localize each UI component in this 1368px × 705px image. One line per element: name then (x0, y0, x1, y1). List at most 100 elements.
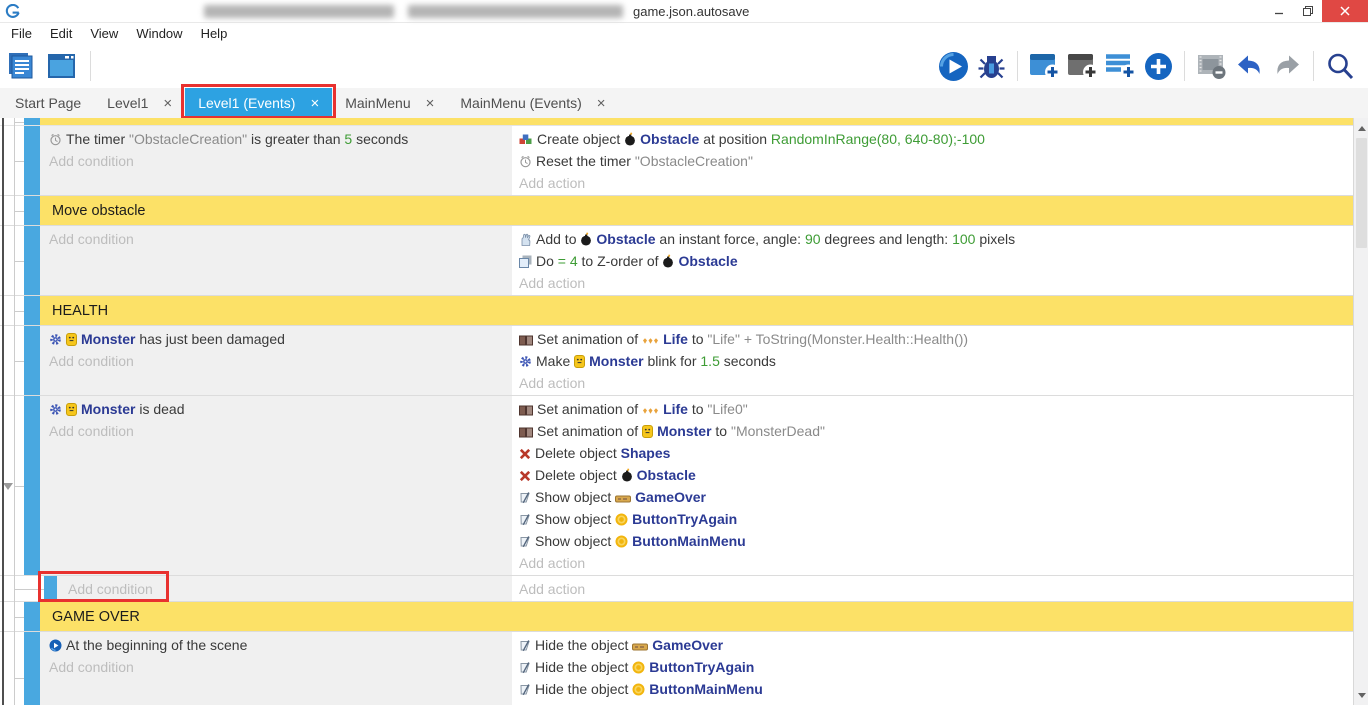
debug-icon[interactable] (975, 50, 1007, 82)
add-scene-icon[interactable] (1028, 50, 1060, 82)
tab-start-page[interactable]: Start Page (2, 88, 94, 118)
comment-row[interactable]: GAME OVER (0, 602, 1353, 632)
action-line[interactable]: Make Monster blink for 1.5 seconds (519, 350, 1345, 372)
event-selection-bar[interactable] (24, 396, 40, 575)
menu-file[interactable]: File (2, 24, 41, 43)
redo-icon[interactable] (1271, 50, 1303, 82)
conditions-cell[interactable]: Monster has just been damagedAdd conditi… (40, 326, 514, 395)
comment-row[interactable]: HEALTH (0, 296, 1353, 326)
event-row[interactable]: Add condition Add to Obstacle an instant … (0, 226, 1353, 296)
add-condition-button[interactable]: Add condition (49, 350, 504, 372)
object-name: Obstacle (678, 253, 737, 269)
actions-cell[interactable]: Add action (514, 576, 1353, 601)
add-action-button[interactable]: Add action (519, 700, 1345, 705)
event-selection-bar[interactable] (24, 296, 40, 325)
tab-close-icon[interactable]: × (597, 95, 606, 112)
add-action-button[interactable]: Add action (519, 172, 1345, 194)
button-icon (632, 680, 645, 700)
condition-line[interactable]: At the beginning of the scene (49, 634, 504, 656)
action-line[interactable]: Delete object Obstacle (519, 464, 1345, 486)
conditions-cell[interactable]: The timer "ObstacleCreation" is greater … (40, 126, 514, 195)
condition-line[interactable]: Monster is dead (49, 398, 504, 420)
action-line[interactable]: Hide the object ButtonMainMenu (519, 678, 1345, 700)
event-selection-bar[interactable] (24, 632, 40, 705)
condition-line[interactable]: The timer "ObstacleCreation" is greater … (49, 128, 504, 150)
action-line[interactable]: Create object Obstacle at position Rando… (519, 128, 1345, 150)
conditions-cell[interactable]: Add condition (40, 226, 514, 295)
action-line[interactable]: Set animation of Life to "Life" + ToStri… (519, 328, 1345, 350)
comment-row[interactable]: Move obstacle (0, 196, 1353, 226)
add-action-button[interactable]: Add action (519, 372, 1345, 394)
menu-view[interactable]: View (81, 24, 127, 43)
scrollbar-thumb[interactable] (1356, 138, 1367, 248)
action-line[interactable]: Add to Obstacle an instant force, angle:… (519, 228, 1345, 250)
event-row[interactable]: The timer "ObstacleCreation" is greater … (0, 126, 1353, 196)
start-page-icon[interactable] (6, 50, 38, 82)
action-line[interactable]: Delete object Shapes (519, 442, 1345, 464)
scroll-up-arrow[interactable] (1354, 120, 1368, 136)
action-line[interactable]: Do = 4 to Z-order of Obstacle (519, 250, 1345, 272)
action-line[interactable]: Set animation of Life to "Life0" (519, 398, 1345, 420)
conditions-cell[interactable]: Monster is deadAdd condition (40, 396, 514, 575)
conditions-cell[interactable]: Add condition (57, 576, 514, 601)
condition-line[interactable]: Monster has just been damaged (49, 328, 504, 350)
add-condition-button[interactable]: Add condition (49, 420, 504, 442)
conditions-cell[interactable]: At the beginning of the sceneAdd conditi… (40, 632, 514, 705)
add-action-button[interactable]: Add action (519, 272, 1345, 294)
menu-help[interactable]: Help (192, 24, 237, 43)
restore-button[interactable] (1293, 0, 1322, 22)
add-external-events-icon[interactable] (1066, 50, 1098, 82)
actions-cell[interactable]: Set animation of Life to "Life0"Set anim… (514, 396, 1353, 575)
add-object-icon[interactable] (1142, 50, 1174, 82)
close-button[interactable] (1322, 0, 1368, 22)
tab-level1[interactable]: Level1× (94, 88, 185, 118)
scroll-down-arrow[interactable] (1354, 687, 1368, 703)
tab-close-icon[interactable]: × (163, 95, 172, 112)
actions-cell[interactable]: Create object Obstacle at position Rando… (514, 126, 1353, 195)
action-line[interactable]: Hide the object GameOver (519, 634, 1345, 656)
remove-image-icon[interactable] (1195, 50, 1227, 82)
comment-row-partial[interactable] (0, 118, 1353, 126)
undo-icon[interactable] (1233, 50, 1265, 82)
add-condition-button[interactable]: Add condition (68, 578, 504, 600)
search-icon[interactable] (1324, 50, 1356, 82)
event-selection-bar[interactable] (24, 602, 40, 631)
event-selection-bar[interactable] (24, 126, 40, 195)
action-line[interactable]: Show object ButtonTryAgain (519, 508, 1345, 530)
scene-editor-icon[interactable] (46, 50, 78, 82)
event-row[interactable]: Monster is deadAdd conditionSet animatio… (0, 396, 1353, 576)
tab-level1-events-[interactable]: Level1 (Events)× (185, 88, 332, 118)
tab-mainmenu-events-[interactable]: MainMenu (Events)× (447, 88, 618, 118)
tab-close-icon[interactable]: × (426, 95, 435, 112)
add-action-button[interactable]: Add action (519, 578, 1345, 600)
event-selection-bar[interactable] (24, 196, 40, 225)
add-condition-button[interactable]: Add condition (49, 150, 504, 172)
show-icon (519, 532, 531, 552)
menu-edit[interactable]: Edit (41, 24, 81, 43)
actions-cell[interactable]: Hide the object GameOverHide the object … (514, 632, 1353, 705)
action-line[interactable]: Show object ButtonMainMenu (519, 530, 1345, 552)
event-row[interactable]: At the beginning of the sceneAdd conditi… (0, 632, 1353, 705)
event-row[interactable]: Add condition Add action (0, 576, 1353, 602)
add-condition-button[interactable]: Add condition (49, 656, 504, 678)
vertical-scrollbar[interactable] (1353, 118, 1368, 705)
menu-window[interactable]: Window (127, 24, 191, 43)
action-line[interactable]: Hide the object ButtonTryAgain (519, 656, 1345, 678)
event-selection-bar[interactable] (24, 226, 40, 295)
add-condition-button[interactable]: Add condition (49, 228, 504, 250)
play-icon[interactable] (937, 50, 969, 82)
actions-cell[interactable]: Set animation of Life to "Life" + ToStri… (514, 326, 1353, 395)
tab-mainmenu[interactable]: MainMenu× (332, 88, 447, 118)
event-selection-bar[interactable] (24, 118, 40, 125)
add-external-layout-icon[interactable] (1104, 50, 1136, 82)
event-row[interactable]: Monster has just been damagedAdd conditi… (0, 326, 1353, 396)
tab-close-icon[interactable]: × (310, 95, 319, 112)
action-line[interactable]: Set animation of Monster to "MonsterDead… (519, 420, 1345, 442)
minimize-button[interactable] (1264, 0, 1293, 22)
action-line[interactable]: Reset the timer "ObstacleCreation" (519, 150, 1345, 172)
event-selection-bar[interactable] (24, 326, 40, 395)
actions-cell[interactable]: Add to Obstacle an instant force, angle:… (514, 226, 1353, 295)
add-action-button[interactable]: Add action (519, 552, 1345, 574)
action-line[interactable]: Show object GameOver (519, 486, 1345, 508)
event-selection-bar[interactable] (44, 576, 57, 601)
